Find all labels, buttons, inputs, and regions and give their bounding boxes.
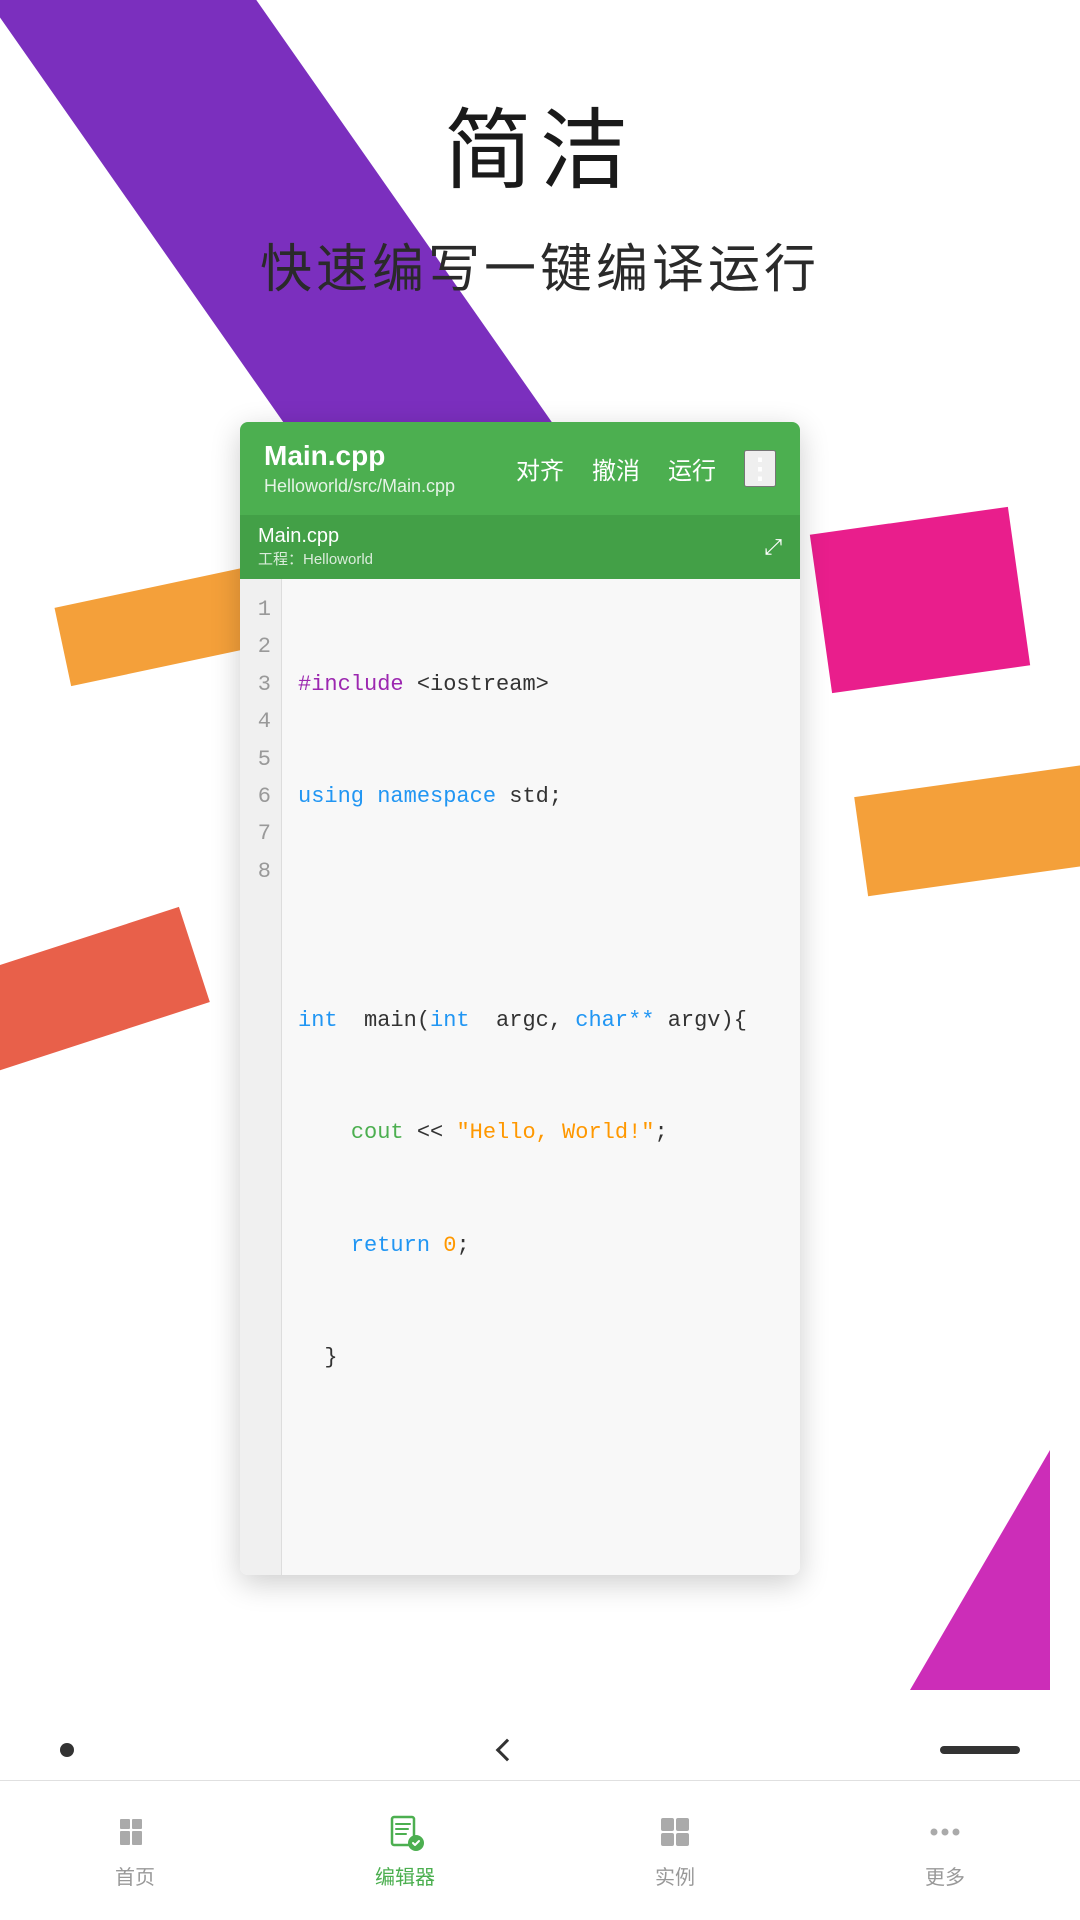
run-button[interactable]: 运行 (668, 451, 716, 486)
tab-info: Main.cpp 工程：Helloworld (258, 525, 373, 569)
back-button[interactable] (496, 1739, 519, 1762)
code-area: 1 2 3 4 5 6 7 8 #include <iostream> usin… (240, 579, 800, 1575)
status-bar (0, 1725, 1080, 1775)
examples-icon (654, 1811, 696, 1853)
line-num-6: 6 (254, 778, 271, 815)
file-name: Main.cpp (264, 440, 516, 472)
line-num-7: 7 (254, 815, 271, 852)
nav-label-examples: 实例 (655, 1861, 695, 1890)
undo-button[interactable]: 撤消 (592, 451, 640, 486)
line-num-8: 8 (254, 853, 271, 890)
line-num-5: 5 (254, 741, 271, 778)
align-button[interactable]: 对齐 (516, 451, 564, 486)
page-content: 简洁 快速编写一键编译运行 Main.cpp Helloworld/src/Ma… (0, 0, 1080, 1575)
editor-card: Main.cpp Helloworld/src/Main.cpp 对齐 撤消 运… (240, 422, 800, 1575)
file-path: Helloworld/src/Main.cpp (264, 476, 516, 497)
more-button[interactable]: ⋮ (744, 450, 776, 487)
status-dot (60, 1743, 74, 1757)
code-line-4: int main(int argc, char** argv){ (298, 1002, 784, 1039)
code-line-7: } (298, 1339, 784, 1376)
file-info: Main.cpp Helloworld/src/Main.cpp (264, 440, 516, 497)
sub-title: 快速编写一键编译运行 (260, 227, 820, 302)
expand-icon[interactable]: ⤢ (764, 534, 782, 560)
editor-icon (384, 1811, 426, 1853)
line-num-1: 1 (254, 591, 271, 628)
tab-project: 工程：Helloworld (258, 548, 373, 569)
tab-filename: Main.cpp (258, 525, 373, 548)
code-line-2: using namespace std; (298, 778, 784, 815)
editor-body: 1 2 3 4 5 6 7 8 #include <iostream> usin… (240, 579, 800, 1575)
nav-item-more[interactable]: 更多 (810, 1811, 1080, 1890)
nav-label-home: 首页 (115, 1861, 155, 1890)
code-line-6: return 0; (298, 1227, 784, 1264)
code-line-1: #include <iostream> (298, 666, 784, 703)
home-indicator[interactable] (940, 1746, 1020, 1754)
main-title: 简洁 (444, 80, 636, 207)
line-num-2: 2 (254, 628, 271, 665)
home-icon (114, 1811, 156, 1853)
code-line-8 (298, 1451, 784, 1488)
bottom-nav: 首页 编辑器 实例 更多 (0, 1780, 1080, 1920)
code-line-3 (298, 890, 784, 927)
editor-toolbar: Main.cpp Helloworld/src/Main.cpp 对齐 撤消 运… (240, 422, 800, 515)
line-numbers: 1 2 3 4 5 6 7 8 (240, 579, 282, 1575)
editor-tab-bar: Main.cpp 工程：Helloworld ⤢ (240, 515, 800, 579)
line-num-3: 3 (254, 666, 271, 703)
line-num-4: 4 (254, 703, 271, 740)
nav-label-editor: 编辑器 (375, 1861, 435, 1890)
nav-item-home[interactable]: 首页 (0, 1811, 270, 1890)
code-line-5: cout << "Hello, World!"; (298, 1114, 784, 1151)
more-nav-icon (924, 1811, 966, 1853)
nav-label-more: 更多 (925, 1861, 965, 1890)
nav-item-examples[interactable]: 实例 (540, 1811, 810, 1890)
code-lines[interactable]: #include <iostream> using namespace std;… (282, 579, 800, 1575)
toolbar-actions: 对齐 撤消 运行 ⋮ (516, 450, 776, 487)
nav-item-editor[interactable]: 编辑器 (270, 1811, 540, 1890)
